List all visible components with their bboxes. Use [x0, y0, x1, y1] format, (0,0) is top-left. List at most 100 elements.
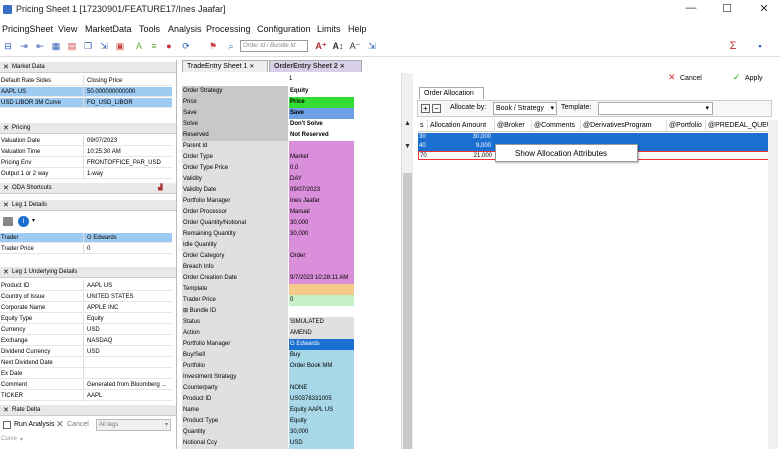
section-market-data[interactable]: ✕ Market Data	[0, 62, 176, 73]
info-icon[interactable]: i	[18, 216, 29, 227]
close-icon[interactable]: ✕	[249, 64, 254, 70]
table-row[interactable]: USD LIBOR 3M Curve FO_USD_LIBOR	[0, 98, 172, 108]
field-value[interactable]: US0378331005	[289, 394, 354, 405]
chevron-down-icon[interactable]: ▼	[404, 143, 411, 150]
order-field-row[interactable]: Buy/Sell Buy	[181, 350, 354, 361]
arrow-out-icon[interactable]: ⇤	[34, 41, 46, 52]
search-icon[interactable]: ⌕	[225, 41, 237, 52]
table-row[interactable]: Product ID AAPL US	[0, 281, 172, 291]
section-rate-delta[interactable]: ✕ Rate Delta	[0, 405, 176, 416]
order-field-row[interactable]: Name Equity AAPL US	[181, 405, 354, 416]
field-value[interactable]: Not Reserved	[289, 130, 354, 141]
section-oda-shortcuts[interactable]: ✕ ODA Shortcuts ▟	[0, 183, 176, 194]
field-value[interactable]: Save	[289, 108, 354, 119]
sigma-icon[interactable]: Σ	[727, 41, 739, 52]
chevron-up-icon[interactable]: ▲	[404, 120, 411, 127]
field-value[interactable]: Order	[289, 251, 354, 262]
order-field-row[interactable]: Counterparty NONE	[181, 383, 354, 394]
column-header[interactable]: s	[418, 120, 426, 132]
field-value[interactable]: Ines Jaafar	[289, 196, 354, 207]
allocation-scrollbar[interactable]	[768, 120, 778, 449]
order-field-row[interactable]: Reserved Not Reserved	[181, 130, 354, 141]
template-select[interactable]: ▾	[598, 102, 713, 115]
allocation-cancel-button[interactable]: Cancel	[680, 75, 702, 82]
order-field-row[interactable]: Template	[181, 284, 354, 295]
tab-orderentry-sheet[interactable]: OrderEntry Sheet 2 ✕	[269, 60, 362, 72]
menu-tools[interactable]: Tools	[139, 24, 160, 34]
text-icon[interactable]: A	[133, 41, 145, 52]
order-field-row[interactable]: ⊞ Bundle ID	[181, 306, 354, 317]
menu-analysis[interactable]: Analysis	[168, 24, 202, 34]
field-value[interactable]: 30,000	[289, 427, 354, 438]
collapse-icon[interactable]: ✕	[3, 267, 9, 278]
order-field-row[interactable]: Parent Id	[181, 141, 354, 152]
table-row[interactable]: Exchange NASDAQ	[0, 336, 172, 346]
field-value[interactable]: 30,000	[289, 218, 354, 229]
copy-icon[interactable]: ❐	[82, 41, 94, 52]
export-icon[interactable]: ⇲	[98, 41, 110, 52]
order-field-row[interactable]: Order Type Price 0.0	[181, 163, 354, 174]
font-size-icon[interactable]: A↕	[332, 41, 344, 52]
field-value[interactable]: AMEND	[289, 328, 354, 339]
order-field-row[interactable]: Portfolio Manager G Edwards	[181, 339, 354, 350]
record-icon[interactable]: ●	[163, 41, 175, 52]
order-field-row[interactable]: Price Price	[181, 97, 354, 108]
menu-configuration[interactable]: Configuration	[257, 24, 311, 34]
table-row[interactable]: Currency USD	[0, 325, 172, 335]
order-field-row[interactable]: Action AMEND	[181, 328, 354, 339]
legs-select[interactable]: All legs ▾	[96, 419, 171, 431]
collapse-icon[interactable]: ✕	[3, 405, 9, 416]
run-analysis-checkbox[interactable]	[3, 421, 11, 429]
column-header[interactable]: Allocation Amount	[427, 120, 493, 132]
table-row[interactable]: Default Rate Sides Closing Price	[0, 76, 172, 86]
order-field-row[interactable]: Remaining Quantity 30,000	[181, 229, 354, 240]
field-value[interactable]	[289, 262, 354, 273]
cancel-icon[interactable]: ✕	[56, 419, 64, 430]
cancel-icon[interactable]: ✕	[668, 72, 676, 83]
table-row[interactable]: Comment Generated from Bloomberg ...	[0, 380, 172, 390]
column-header[interactable]: @DerivativesProgram	[580, 120, 665, 132]
order-field-row[interactable]: Save Save	[181, 108, 354, 119]
table-row[interactable]: AAPL US 50.000000000000	[0, 87, 172, 97]
field-value[interactable]: Don't Solve	[289, 119, 354, 130]
field-value[interactable]: DAY	[289, 174, 354, 185]
order-field-row[interactable]: Order Creation Date 9/7/2023 10:28:11 AM	[181, 273, 354, 284]
allocation-row[interactable]: 30 30,000	[418, 133, 774, 142]
field-value[interactable]	[289, 240, 354, 251]
table-row[interactable]: Valuation Date 09/07/2023	[0, 136, 172, 146]
table-row[interactable]: Trader Price 0	[0, 244, 172, 254]
checkmark-icon[interactable]: ✓	[733, 72, 741, 83]
menu-help[interactable]: Help	[348, 24, 367, 34]
collapse-icon[interactable]: ✕	[3, 183, 9, 194]
cancel-button[interactable]: Cancel	[67, 421, 89, 428]
refresh-icon[interactable]: ⟳	[180, 41, 192, 52]
order-field-row[interactable]: Quantity 30,000	[181, 427, 354, 438]
order-field-row[interactable]: Order Strategy Equity	[181, 86, 354, 97]
order-field-row[interactable]: Notional Ccy USD	[181, 438, 354, 449]
collapse-icon[interactable]: ✕	[3, 200, 9, 211]
order-field-row[interactable]: Status SIMULATED	[181, 317, 354, 328]
order-field-row[interactable]: Order Processor Manual	[181, 207, 354, 218]
menu-pricingsheet[interactable]: PricingSheet	[2, 24, 53, 34]
apply-button[interactable]: Apply	[745, 75, 763, 82]
tab-tradeentry-sheet[interactable]: TradeEntry Sheet 1 ✕	[182, 60, 268, 72]
order-field-row[interactable]: Order Quantity/Notional 30,000	[181, 218, 354, 229]
field-value[interactable]: Equity	[289, 416, 354, 427]
table-row[interactable]: Trader G Edwards	[0, 233, 172, 243]
order-field-row[interactable]: Validity Date 09/07/2023	[181, 185, 354, 196]
add-row-icon[interactable]: +	[421, 104, 430, 113]
close-icon[interactable]: ✕	[340, 64, 345, 70]
section-leg1-details[interactable]: ✕ Leg 1 Details	[0, 200, 176, 211]
order-field-row[interactable]: Portfolio Order Book MM	[181, 361, 354, 372]
field-value[interactable]: Order Book MM	[289, 361, 354, 372]
export-excel-icon[interactable]: ⇲	[366, 41, 378, 52]
order-field-row[interactable]: Product ID US0378331005	[181, 394, 354, 405]
filter-icon[interactable]: ⚑	[207, 41, 219, 52]
field-value[interactable]: 30,000	[289, 229, 354, 240]
font-increase-icon[interactable]: A⁺	[315, 41, 327, 52]
remove-row-icon[interactable]: −	[432, 104, 441, 113]
chevron-down-icon[interactable]: ▾	[20, 436, 23, 443]
tab-order-allocation[interactable]: Order Allocation	[419, 87, 484, 99]
clipboard-icon[interactable]: ▣	[114, 41, 126, 52]
menu-limits[interactable]: Limits	[317, 24, 341, 34]
